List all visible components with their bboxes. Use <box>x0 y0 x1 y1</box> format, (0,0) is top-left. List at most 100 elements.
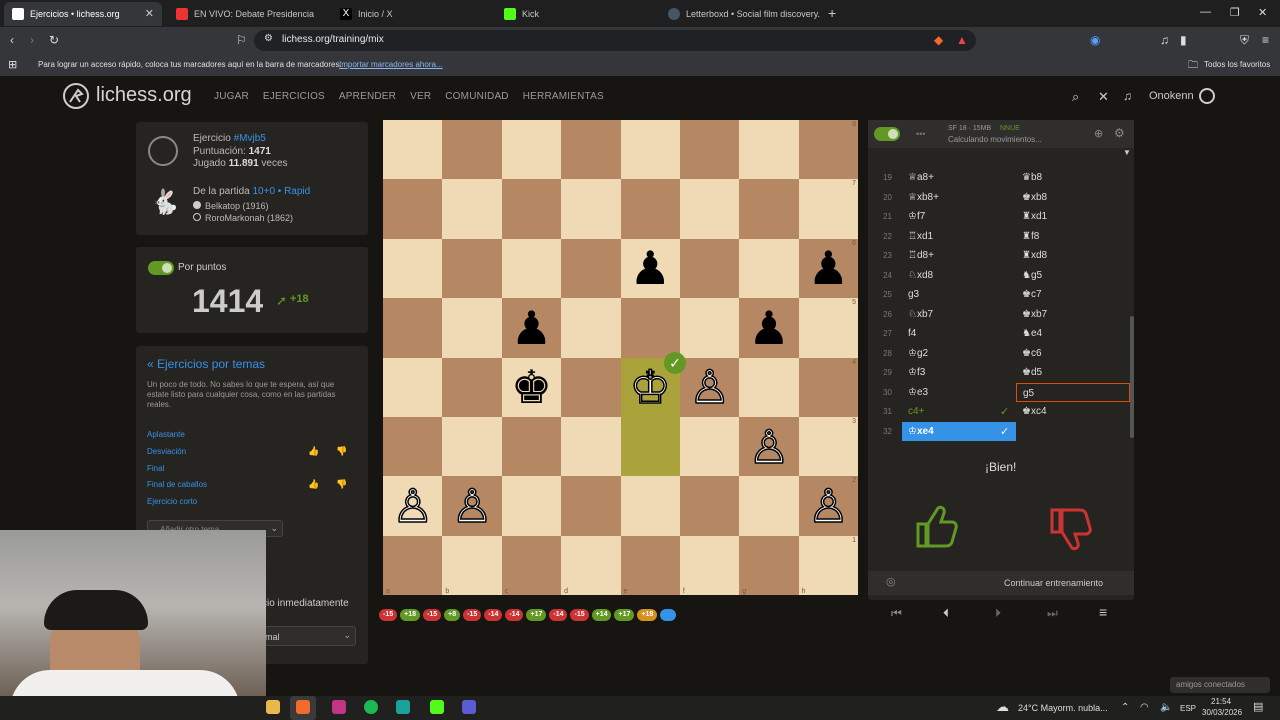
puzzle-result-chip[interactable]: -15 <box>423 609 442 621</box>
white-move[interactable]: g3 <box>902 285 1016 304</box>
square-d1[interactable]: d <box>561 535 621 595</box>
address-bar[interactable]: ⚙ lichess.org/training/mix ◆ ▲ <box>254 30 976 51</box>
white-move[interactable]: c4+ <box>902 402 1016 421</box>
puzzle-result-chip[interactable]: -15 <box>379 609 398 621</box>
reload-icon[interactable]: ↻ <box>49 33 59 47</box>
square-h4[interactable]: 4 <box>798 357 858 417</box>
game-link[interactable]: 10+0 • Rapid <box>252 186 310 197</box>
square-h6[interactable]: 6 ♟ <box>798 238 858 299</box>
square-h2[interactable]: 2 ♙ <box>798 476 858 536</box>
bookmark-icon[interactable]: ⚐ <box>236 33 247 47</box>
black-move[interactable]: ♚c7 <box>1016 285 1130 304</box>
square-a7[interactable] <box>383 179 443 239</box>
tab-kick[interactable]: Kick <box>496 2 654 26</box>
window-close-icon[interactable]: ✕ <box>1258 6 1267 19</box>
black-piece-h6[interactable]: ♟ <box>799 239 858 298</box>
difficulty-select[interactable]: mal ⌄ <box>260 626 356 646</box>
square-a8[interactable] <box>383 120 443 180</box>
square-c1[interactable]: c <box>501 535 562 595</box>
media-icon[interactable]: ♫ <box>1160 33 1169 47</box>
white-piece-f4[interactable]: ♙ <box>680 358 739 417</box>
puzzle-result-chip[interactable]: +18 <box>400 609 420 621</box>
rated-toggle[interactable] <box>148 261 174 275</box>
menu-icon[interactable]: ≡ <box>1099 604 1107 620</box>
square-h8[interactable]: 8 <box>798 120 858 180</box>
nav-ejercicios[interactable]: EJERCICIOS <box>263 91 325 102</box>
puzzle-result-chip[interactable]: -14 <box>505 609 524 621</box>
puzzle-result-chip[interactable]: +17 <box>526 609 547 621</box>
square-d5[interactable] <box>561 298 621 358</box>
puzzle-result-chip[interactable] <box>660 609 677 621</box>
app-icon[interactable] <box>462 700 476 714</box>
friends-online-bar[interactable]: amigos conectados <box>1170 677 1270 693</box>
forward-icon[interactable]: › <box>30 33 34 47</box>
square-c5[interactable]: ♟ <box>501 298 562 358</box>
white-move[interactable]: ♔g2 <box>902 344 1016 363</box>
tab-debate[interactable]: EN VIVO: Debate Presidencia <box>168 2 326 26</box>
square-g3[interactable]: ♙ <box>739 416 799 477</box>
square-c7[interactable] <box>501 179 562 239</box>
all-favorites[interactable]: Todos los favoritos <box>1204 60 1270 69</box>
black-move[interactable]: g5 <box>1016 382 1130 402</box>
white-move[interactable]: ♘xb7 <box>902 305 1016 324</box>
target-icon[interactable]: ⊕ <box>1094 127 1103 140</box>
black-piece-c5[interactable]: ♟ <box>502 298 561 357</box>
square-e1[interactable]: e <box>620 535 680 595</box>
square-f7[interactable] <box>679 179 740 239</box>
nav-jugar[interactable]: JUGAR <box>214 91 249 102</box>
theme-aplastante[interactable]: Aplastante <box>147 430 185 439</box>
square-h5[interactable]: 5 <box>798 298 858 358</box>
square-a4[interactable] <box>383 357 443 417</box>
square-e5[interactable] <box>620 298 680 358</box>
chess-board[interactable]: 8 7 ♟ 6 ♟ ♟ ♟ 5 ♚ ♔ ♙ 4 ♙ 3 ♙ ♙ 2 ♙ a b c d e f g 1 h <box>383 120 858 595</box>
square-h7[interactable]: 7 <box>798 179 858 239</box>
black-player[interactable]: RoroMarkonah (1862) <box>193 213 293 223</box>
next-move-icon[interactable]: ⏵ <box>995 606 1001 621</box>
square-f4[interactable]: ♙ <box>679 357 740 417</box>
square-g6[interactable] <box>739 238 799 299</box>
square-f2[interactable] <box>679 476 740 536</box>
white-move[interactable]: ♔e3 <box>902 383 1016 402</box>
square-c4[interactable]: ♚ <box>501 357 562 417</box>
themes-title-link[interactable]: « Ejercicios por temas <box>147 357 265 371</box>
square-b4[interactable] <box>442 357 502 417</box>
puzzle-result-chip[interactable]: +18 <box>637 609 658 621</box>
theme-desviacion[interactable]: Desviación <box>147 447 186 456</box>
search-icon[interactable]: ⌕ <box>1072 89 1079 105</box>
import-bookmarks-link[interactable]: Importar marcadores ahora... <box>339 60 443 69</box>
square-c2[interactable] <box>501 476 562 536</box>
notification-icon[interactable]: ▤ <box>1253 700 1263 713</box>
black-move[interactable]: ♚xc4 <box>1016 402 1130 421</box>
square-b2[interactable]: ♙ <box>442 476 502 536</box>
puzzle-result-chip[interactable]: +14 <box>591 609 612 621</box>
notification-bell-icon[interactable]: ♫ <box>1123 89 1132 103</box>
continue-bar[interactable]: ◎ Continuar entrenamiento <box>868 571 1134 595</box>
black-move[interactable]: ♜xd1 <box>1016 207 1130 226</box>
nav-ver[interactable]: VER <box>410 91 431 102</box>
thumbs-down-icon[interactable] <box>1046 506 1092 552</box>
square-a6[interactable] <box>383 238 443 299</box>
black-move[interactable]: ♚xb8 <box>1016 188 1130 207</box>
white-move[interactable]: f4 <box>902 324 1016 343</box>
square-b3[interactable] <box>442 416 502 477</box>
square-g8[interactable] <box>739 120 799 180</box>
clock-time[interactable]: 21:54 <box>1211 697 1231 706</box>
puzzle-id-link[interactable]: #Mvjb5 <box>234 133 266 144</box>
first-move-icon[interactable]: ⏮ <box>891 606 902 621</box>
extension-icon[interactable]: ◉ <box>1090 33 1100 47</box>
square-f5[interactable] <box>679 298 740 358</box>
continue-training-button[interactable]: Continuar entrenamiento <box>1004 578 1103 588</box>
back-icon[interactable]: ‹ <box>10 33 14 47</box>
last-move-icon[interactable]: ⏭ <box>1047 606 1058 621</box>
brave-icon[interactable] <box>296 700 310 714</box>
square-b5[interactable] <box>442 298 502 358</box>
black-move[interactable]: ♚xb7 <box>1016 305 1130 324</box>
white-piece-g3[interactable]: ♙ <box>739 417 798 476</box>
square-d6[interactable] <box>561 238 621 299</box>
square-e6[interactable]: ♟ <box>620 238 680 299</box>
new-tab-button[interactable]: + <box>828 5 836 21</box>
nav-aprender[interactable]: APRENDER <box>339 91 396 102</box>
white-move[interactable]: ♔xe4 <box>902 421 1016 441</box>
white-move[interactable]: ♔f7 <box>902 207 1016 226</box>
menu-icon[interactable]: ≡ <box>1262 33 1269 47</box>
